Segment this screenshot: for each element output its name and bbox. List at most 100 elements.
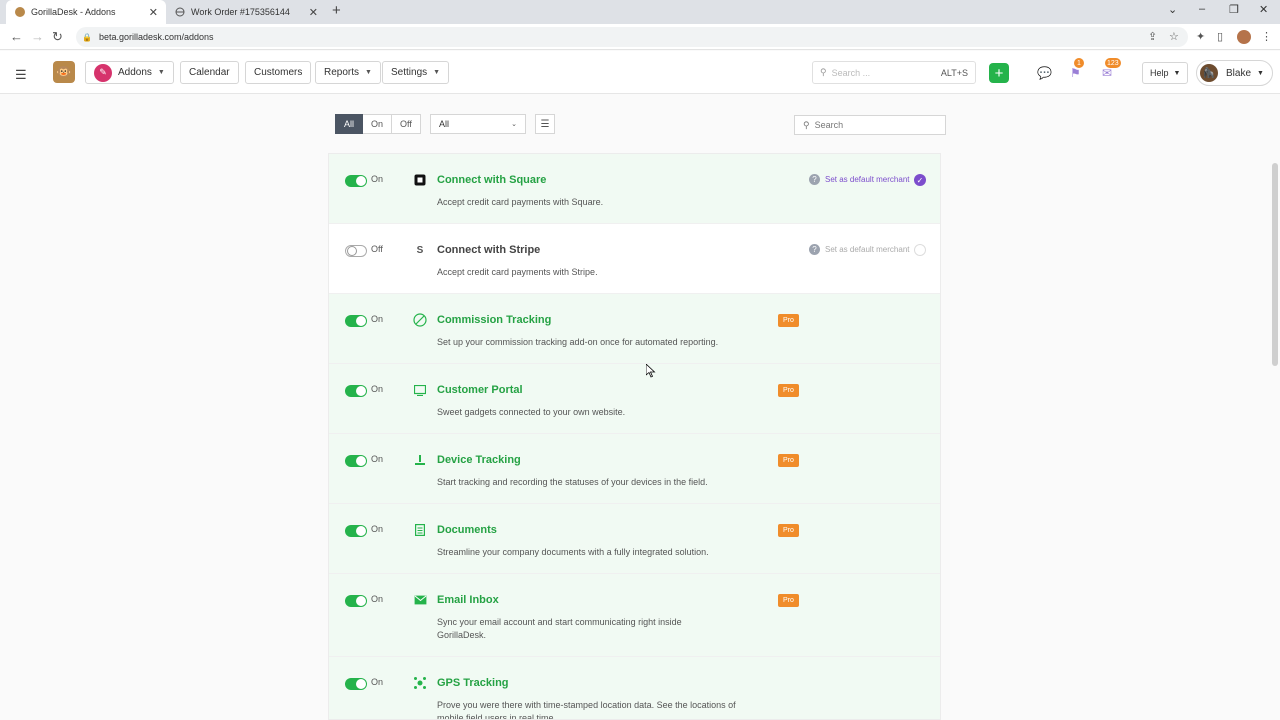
default-merchant-label: Set as default merchant bbox=[825, 245, 910, 254]
nav-customers-button[interactable]: Customers bbox=[245, 61, 312, 84]
addon-description: Accept credit card payments with Square. bbox=[437, 197, 604, 207]
square-icon bbox=[413, 173, 427, 187]
addon-status-label: Off bbox=[371, 244, 383, 254]
app-header: ☰ 🐵 ✎ Addons ▼ Calendar Customers Report… bbox=[0, 51, 1280, 94]
default-merchant-checkbox[interactable]: ✓ bbox=[914, 174, 926, 186]
addon-description: Streamline your company documents with a… bbox=[437, 547, 709, 557]
tab-work-order[interactable]: Work Order #175356144 ✕ bbox=[166, 0, 326, 24]
pro-badge: Pro bbox=[778, 314, 799, 327]
close-tab-icon[interactable]: ✕ bbox=[309, 6, 318, 19]
addon-row: On Email Inbox Sync your email account a… bbox=[329, 574, 940, 657]
addon-status-label: On bbox=[371, 524, 384, 534]
addon-row: On Customer Portal Sweet gadgets connect… bbox=[329, 364, 940, 434]
addon-description: Prove you were there with time-stamped l… bbox=[437, 700, 736, 720]
addon-description: Set up your commission tracking add-on o… bbox=[437, 337, 719, 347]
addon-row: Off S Connect with Stripe Accept credit … bbox=[329, 224, 940, 294]
messages-badge: 123 bbox=[1105, 58, 1121, 68]
global-search-placeholder: Search ... bbox=[831, 67, 871, 78]
scrollbar-thumb[interactable] bbox=[1272, 163, 1278, 366]
filter-on-button[interactable]: On bbox=[363, 114, 393, 134]
globe-icon bbox=[174, 7, 185, 18]
nav-settings-button[interactable]: Settings ▼ bbox=[382, 61, 450, 84]
close-tab-icon[interactable]: ✕ bbox=[149, 6, 158, 19]
status-filter-group: All On Off bbox=[335, 114, 421, 134]
help-question-icon[interactable]: ? bbox=[809, 244, 820, 255]
tab-gorilladesk-addons[interactable]: GorillaDesk - Addons ✕ bbox=[6, 0, 166, 24]
tab-title: GorillaDesk - Addons bbox=[31, 7, 116, 17]
nav-customers-label: Customers bbox=[254, 67, 303, 78]
filter-all-button[interactable]: All bbox=[335, 114, 364, 134]
mouse-cursor-icon bbox=[646, 364, 656, 378]
addon-search-input[interactable]: ⚲ Search bbox=[794, 115, 946, 135]
nav-addons-button[interactable]: ✎ Addons ▼ bbox=[85, 61, 174, 84]
minimize-icon[interactable]: – bbox=[1199, 3, 1205, 15]
addon-status-label: On bbox=[371, 314, 384, 324]
new-tab-icon[interactable]: + bbox=[332, 2, 341, 19]
gorilla-favicon-icon bbox=[14, 7, 25, 18]
tab-search-icon[interactable]: ⌄ bbox=[1168, 3, 1177, 16]
addon-title[interactable]: Connect with Stripe bbox=[437, 244, 540, 256]
addon-toggle[interactable] bbox=[345, 315, 367, 327]
addon-description: Accept credit card payments with Stripe. bbox=[437, 267, 598, 277]
addons-icon: ✎ bbox=[94, 63, 112, 82]
list-view-toggle[interactable]: ☰ bbox=[535, 114, 555, 134]
addon-toggle[interactable] bbox=[345, 595, 367, 607]
forward-icon[interactable]: → bbox=[31, 29, 44, 44]
restore-icon[interactable]: ❐ bbox=[1229, 3, 1239, 16]
close-window-icon[interactable]: ✕ bbox=[1259, 3, 1268, 16]
addon-title[interactable]: Customer Portal bbox=[437, 384, 523, 396]
lock-icon: 🔒 bbox=[82, 32, 92, 42]
user-menu-button[interactable]: 🦍 Blake ▼ bbox=[1196, 60, 1273, 86]
side-panel-icon[interactable]: ▯ bbox=[1217, 30, 1223, 43]
pro-badge: Pro bbox=[778, 384, 799, 397]
messages-icon[interactable]: ✉ bbox=[1102, 66, 1112, 80]
chevron-down-icon: ▼ bbox=[365, 69, 372, 76]
gorilladesk-logo[interactable]: 🐵 bbox=[53, 61, 75, 83]
chrome-menu-icon[interactable]: ⋮ bbox=[1261, 30, 1272, 43]
nav-reports-button[interactable]: Reports ▼ bbox=[315, 61, 381, 84]
addon-status-label: On bbox=[371, 454, 384, 464]
addon-status-label: On bbox=[371, 677, 384, 687]
search-shortcut: ALT+S bbox=[940, 67, 968, 78]
addon-title[interactable]: Connect with Square bbox=[437, 174, 546, 186]
addon-title[interactable]: Email Inbox bbox=[437, 594, 499, 606]
addon-toggle[interactable] bbox=[345, 525, 367, 537]
nav-addons-label: Addons bbox=[118, 67, 152, 78]
document-icon bbox=[413, 523, 427, 537]
addon-title[interactable]: Documents bbox=[437, 524, 497, 536]
email-icon bbox=[413, 593, 427, 607]
addon-toggle[interactable] bbox=[345, 385, 367, 397]
add-new-button[interactable]: + bbox=[989, 63, 1009, 83]
category-select[interactable]: All ⌄ bbox=[430, 114, 526, 134]
addon-toggle[interactable] bbox=[345, 678, 367, 690]
page-scrollbar[interactable] bbox=[1270, 155, 1280, 720]
back-icon[interactable]: ← bbox=[10, 29, 23, 44]
filter-off-button[interactable]: Off bbox=[392, 114, 421, 134]
nav-calendar-label: Calendar bbox=[189, 67, 230, 78]
notifications-icon[interactable]: ⚑ bbox=[1070, 66, 1081, 80]
global-search-input[interactable]: ⚲ Search ... ALT+S bbox=[812, 61, 976, 84]
addon-title[interactable]: Device Tracking bbox=[437, 454, 521, 466]
addon-toggle[interactable] bbox=[345, 245, 367, 257]
gps-icon bbox=[413, 676, 427, 690]
addon-list: On Connect with Square Accept credit car… bbox=[328, 153, 941, 720]
help-question-icon[interactable]: ? bbox=[809, 174, 820, 185]
hamburger-menu-icon[interactable]: ☰ bbox=[15, 67, 27, 83]
reload-icon[interactable]: ↻ bbox=[52, 29, 63, 45]
browser-profile-avatar[interactable] bbox=[1237, 30, 1251, 44]
addon-title[interactable]: Commission Tracking bbox=[437, 314, 551, 326]
addon-title[interactable]: GPS Tracking bbox=[437, 677, 509, 689]
chat-icon[interactable]: 💬 bbox=[1037, 66, 1052, 80]
share-icon[interactable]: ⇪ bbox=[1148, 30, 1157, 43]
chevron-down-icon: ▼ bbox=[1257, 69, 1264, 77]
addon-toggle[interactable] bbox=[345, 175, 367, 187]
extensions-icon[interactable]: ✦ bbox=[1196, 30, 1205, 43]
url-field[interactable]: 🔒 beta.gorilladesk.com/addons bbox=[76, 27, 1188, 47]
default-merchant-checkbox[interactable] bbox=[914, 244, 926, 256]
addon-toggle[interactable] bbox=[345, 455, 367, 467]
help-button[interactable]: Help ▼ bbox=[1142, 62, 1189, 84]
addon-status-label: On bbox=[371, 594, 384, 604]
list-view-icon: ☰ bbox=[540, 118, 550, 130]
nav-calendar-button[interactable]: Calendar bbox=[180, 61, 239, 84]
bookmark-star-icon[interactable]: ☆ bbox=[1169, 30, 1179, 43]
